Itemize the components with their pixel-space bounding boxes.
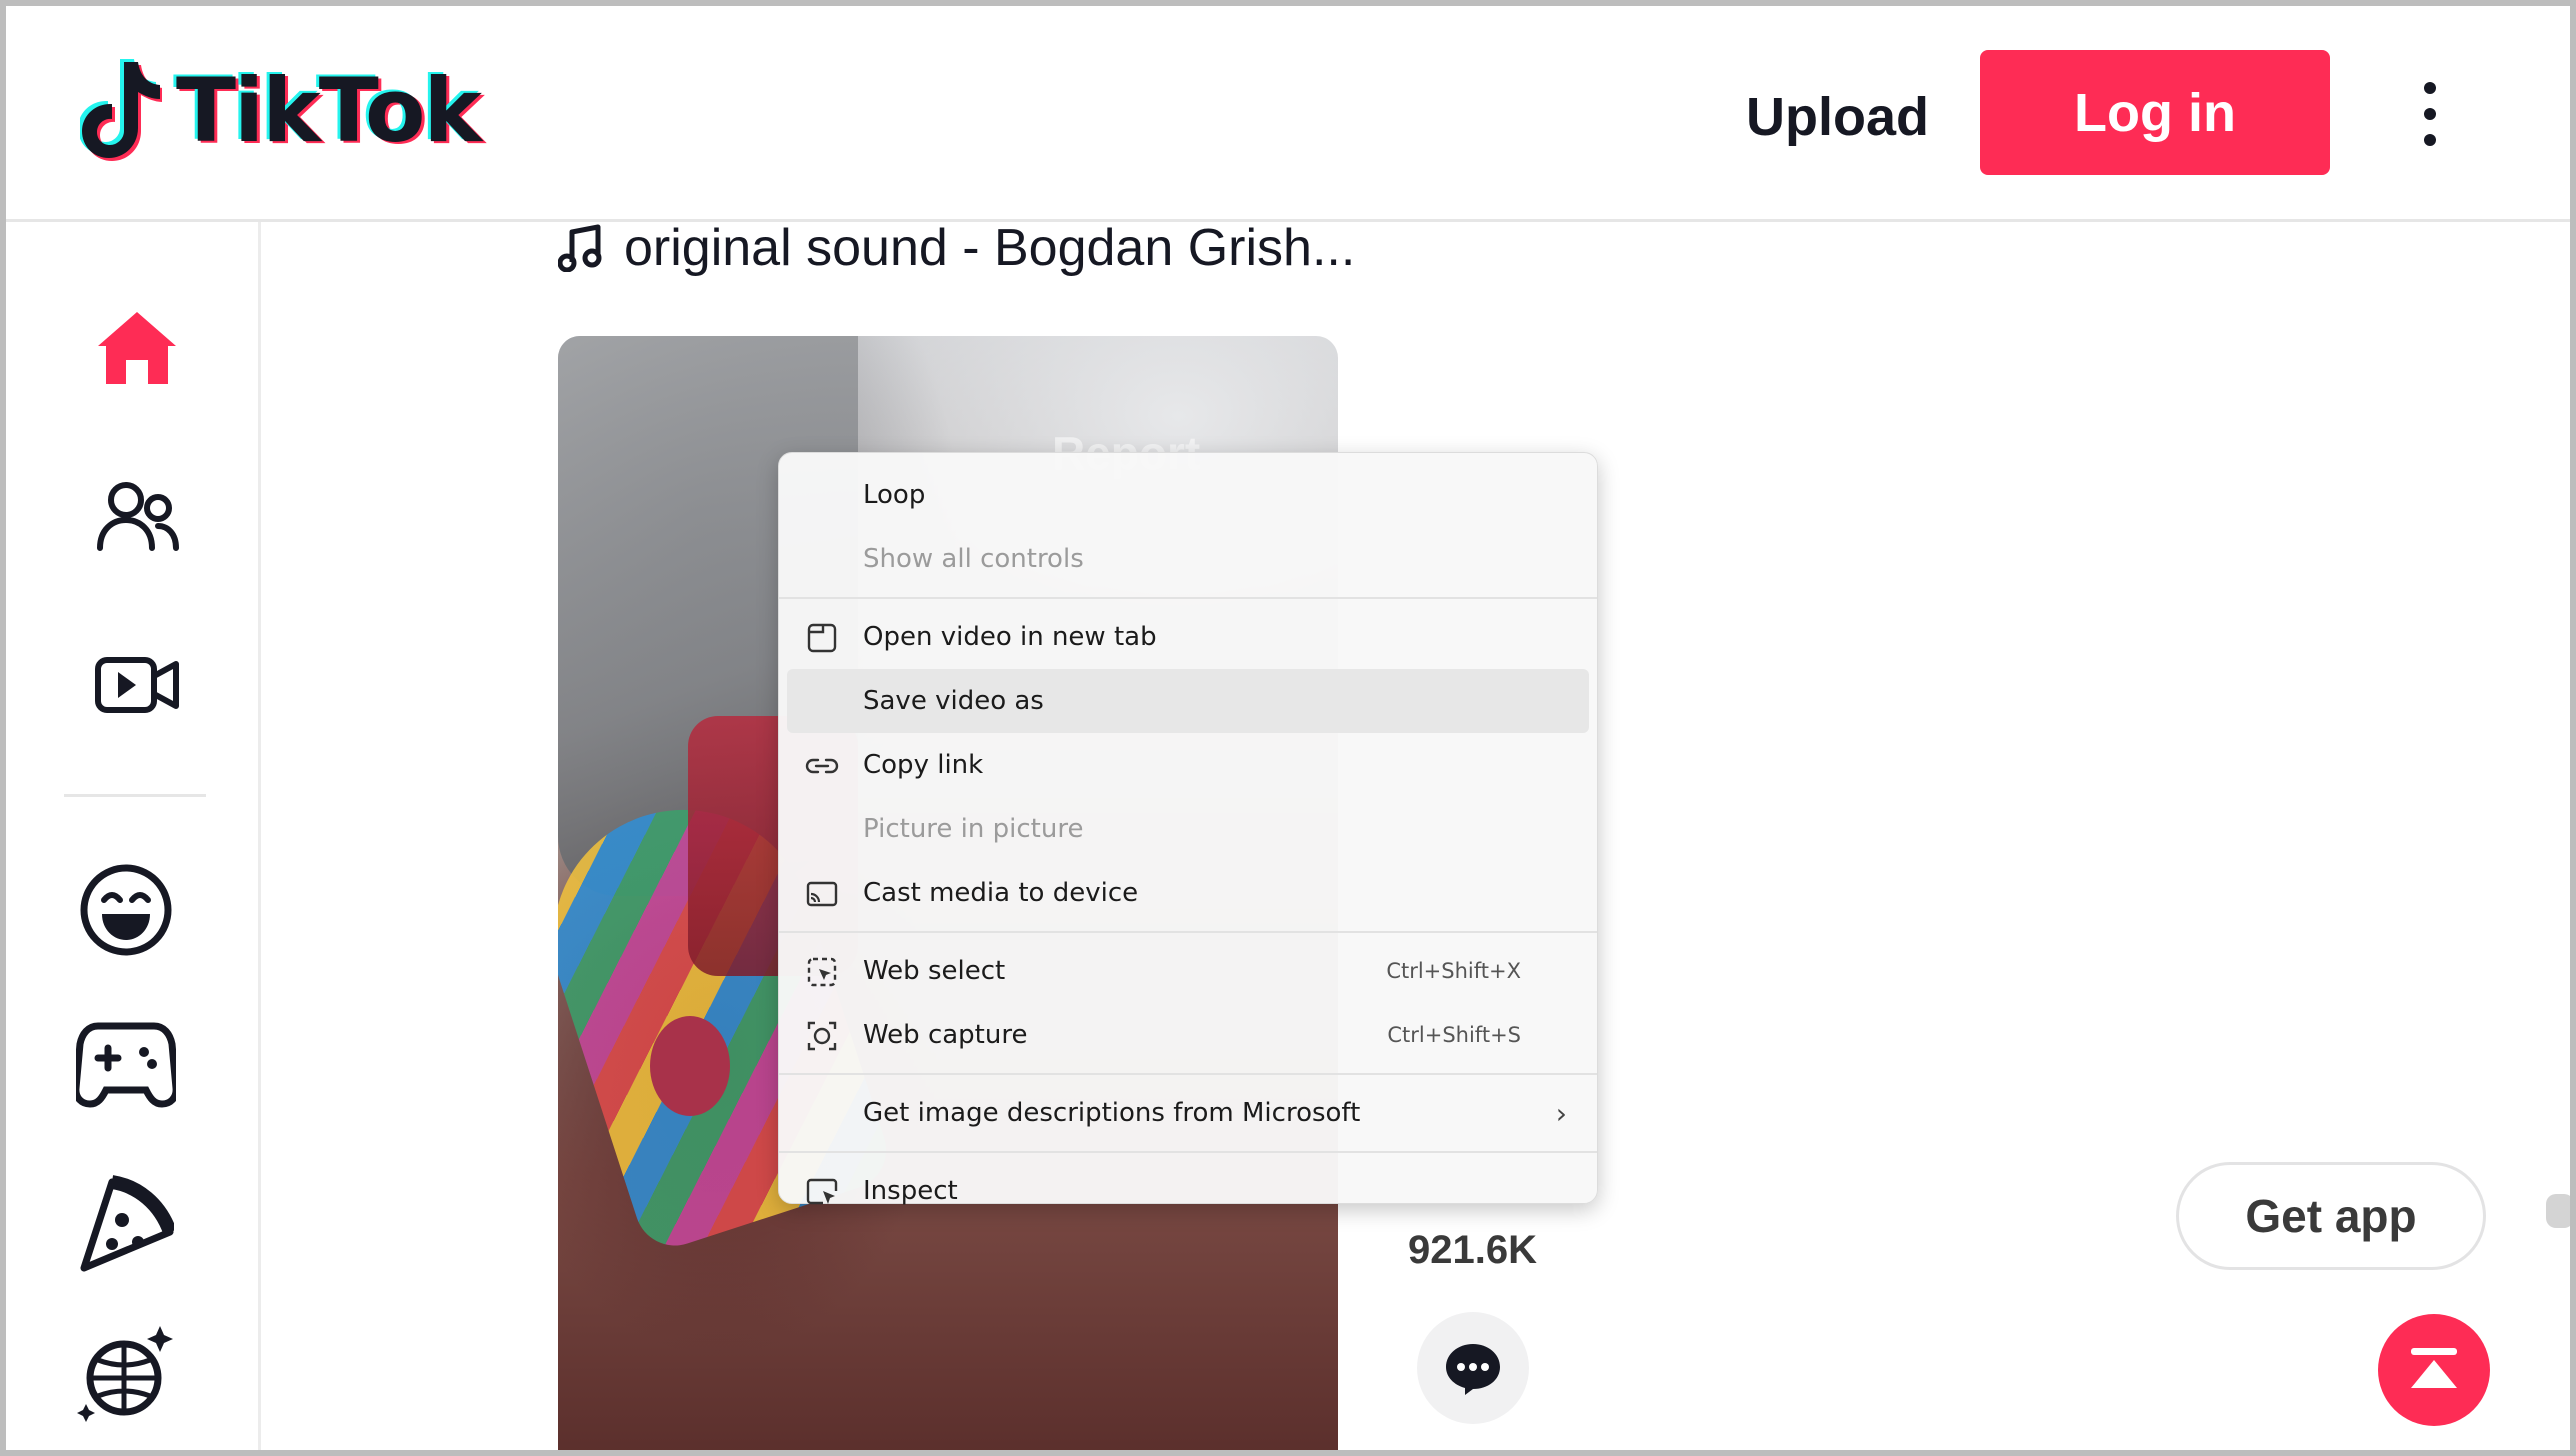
brand-name: TikTok: [176, 58, 482, 162]
menu-separator: [779, 597, 1597, 599]
inspect-icon: [806, 1178, 838, 1205]
gamepad-icon[interactable]: [76, 1018, 176, 1108]
menu-separator: [779, 931, 1597, 933]
menu-item-show-all-controls: Show all controls: [863, 544, 1084, 574]
menu-item-open-video-new-tab[interactable]: Open video in new tab: [779, 605, 1597, 669]
scrollbar-thumb[interactable]: [2546, 1194, 2570, 1228]
menu-item-web-select[interactable]: Web select Ctrl+Shift+X: [779, 939, 1597, 1003]
menu-item-inspect[interactable]: Inspect: [779, 1159, 1597, 1223]
cast-icon: [806, 881, 838, 907]
music-note-icon: [558, 224, 602, 272]
video-frame-wheel: [650, 1016, 730, 1116]
get-app-button[interactable]: Get app: [2176, 1162, 2486, 1270]
sound-link[interactable]: original sound - Bogdan Grish...: [558, 218, 1355, 278]
top-header: TikTok Upload Log in: [6, 6, 2570, 222]
browser-viewport: TikTok Upload Log in original sound - Bo…: [0, 0, 2576, 1456]
home-icon[interactable]: [94, 308, 180, 388]
tiktok-note-icon: [80, 59, 162, 161]
menu-item-image-descriptions[interactable]: Get image descriptions from Microsoft ›: [779, 1081, 1597, 1145]
link-icon: [805, 758, 839, 774]
live-video-icon[interactable]: [94, 654, 180, 716]
comment-button[interactable]: [1417, 1312, 1529, 1424]
left-sidebar: [6, 222, 261, 1450]
login-button[interactable]: Log in: [1980, 50, 2330, 175]
shortcut-web-capture: Ctrl+Shift+S: [1387, 1023, 1521, 1047]
disco-ball-icon[interactable]: [76, 1322, 176, 1422]
chevron-right-icon: ›: [1555, 1096, 1567, 1130]
menu-item-loop[interactable]: Loop: [779, 463, 1597, 527]
menu-item-copy-link[interactable]: Copy link: [779, 733, 1597, 797]
comment-icon: [1446, 1344, 1500, 1395]
menu-item-picture-in-picture: Picture in picture: [863, 814, 1084, 844]
sidebar-divider: [64, 794, 206, 797]
laughing-face-icon[interactable]: [78, 862, 174, 958]
pizza-icon[interactable]: [78, 1172, 174, 1272]
menu-item-cast-media[interactable]: Cast media to device: [779, 861, 1597, 925]
tiktok-logo[interactable]: TikTok: [80, 58, 482, 162]
arrow-to-top-icon: [2411, 1348, 2457, 1388]
menu-item-save-video-as[interactable]: Save video as: [787, 669, 1589, 733]
web-select-icon: [807, 957, 837, 987]
menu-item-web-capture[interactable]: Web capture Ctrl+Shift+S: [779, 1003, 1597, 1067]
sound-label: original sound - Bogdan Grish...: [624, 219, 1356, 277]
back-to-top-button[interactable]: [2378, 1314, 2490, 1426]
new-tab-icon: [807, 623, 837, 653]
users-icon[interactable]: [96, 480, 180, 552]
more-menu-icon[interactable]: [2418, 82, 2442, 146]
context-menu: Loop Show all controls Open video in new…: [778, 452, 1598, 1206]
menu-separator: [779, 1151, 1597, 1153]
shortcut-web-select: Ctrl+Shift+X: [1386, 959, 1521, 983]
menu-separator: [779, 1073, 1597, 1075]
web-capture-icon: [807, 1021, 837, 1051]
upload-button[interactable]: Upload: [1746, 86, 1929, 148]
likes-count: 921.6K: [1408, 1228, 1537, 1272]
